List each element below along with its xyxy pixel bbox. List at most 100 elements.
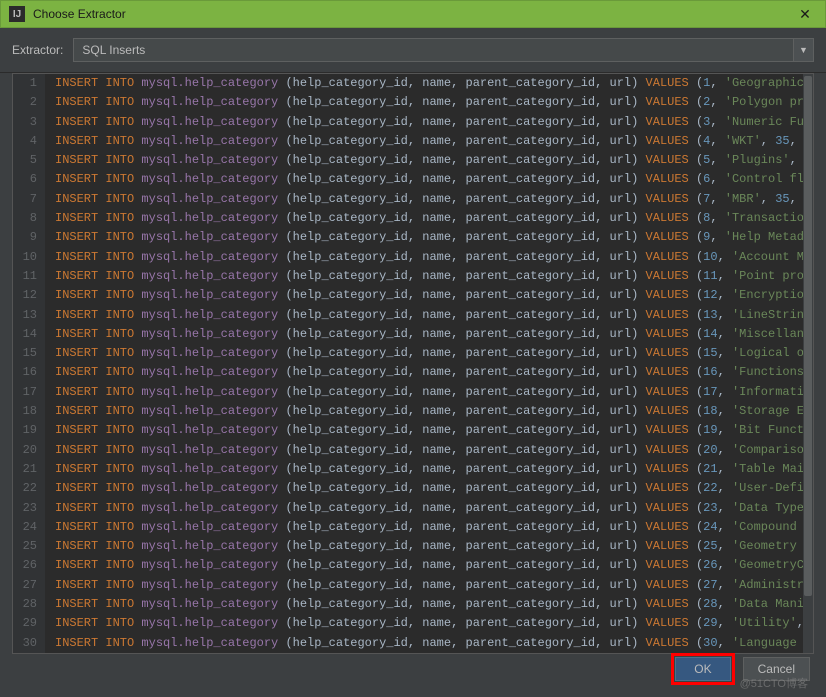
code-line: 20INSERT INTO mysql.help_category (help_… [13,441,813,460]
code-text: INSERT INTO mysql.help_category (help_ca… [45,93,813,112]
code-line: 15INSERT INTO mysql.help_category (help_… [13,344,813,363]
code-text: INSERT INTO mysql.help_category (help_ca… [45,151,813,170]
extractor-label: Extractor: [12,43,63,57]
line-number: 30 [13,634,45,653]
line-number: 8 [13,209,45,228]
code-text: INSERT INTO mysql.help_category (help_ca… [45,190,813,209]
code-text: INSERT INTO mysql.help_category (help_ca… [45,325,813,344]
line-number: 22 [13,479,45,498]
scrollbar-thumb[interactable] [804,76,812,596]
code-text: INSERT INTO mysql.help_category (help_ca… [45,537,813,556]
code-text: INSERT INTO mysql.help_category (help_ca… [45,614,813,633]
code-line: 22INSERT INTO mysql.help_category (help_… [13,479,813,498]
code-text: INSERT INTO mysql.help_category (help_ca… [45,634,813,653]
line-number: 15 [13,344,45,363]
code-line: 11INSERT INTO mysql.help_category (help_… [13,267,813,286]
extractor-row: Extractor: SQL Inserts ▼ [0,28,826,73]
line-number: 3 [13,113,45,132]
code-line: 29INSERT INTO mysql.help_category (help_… [13,614,813,633]
code-text: INSERT INTO mysql.help_category (help_ca… [45,248,813,267]
line-number: 9 [13,228,45,247]
line-number: 27 [13,576,45,595]
line-number: 4 [13,132,45,151]
chevron-down-icon: ▼ [793,39,813,61]
code-text: INSERT INTO mysql.help_category (help_ca… [45,595,813,614]
code-text: INSERT INTO mysql.help_category (help_ca… [45,132,813,151]
code-line: 25INSERT INTO mysql.help_category (help_… [13,537,813,556]
line-number: 6 [13,170,45,189]
line-number: 21 [13,460,45,479]
code-text: INSERT INTO mysql.help_category (help_ca… [45,479,813,498]
line-number: 11 [13,267,45,286]
code-text: INSERT INTO mysql.help_category (help_ca… [45,421,813,440]
ok-highlight: OK [671,653,734,685]
code-text: INSERT INTO mysql.help_category (help_ca… [45,363,813,382]
app-icon: IJ [9,6,25,22]
code-text: INSERT INTO mysql.help_category (help_ca… [45,74,813,93]
line-number: 1 [13,74,45,93]
code-text: INSERT INTO mysql.help_category (help_ca… [45,460,813,479]
window-title: Choose Extractor [33,7,793,21]
line-number: 13 [13,306,45,325]
code-line: 27INSERT INTO mysql.help_category (help_… [13,576,813,595]
line-number: 20 [13,441,45,460]
code-preview: 1INSERT INTO mysql.help_category (help_c… [12,73,814,654]
line-number: 18 [13,402,45,421]
code-line: 1INSERT INTO mysql.help_category (help_c… [13,74,813,93]
ok-button[interactable]: OK [675,657,730,681]
watermark: @51CTO博客 [740,675,808,691]
code-text: INSERT INTO mysql.help_category (help_ca… [45,402,813,421]
code-line: 21INSERT INTO mysql.help_category (help_… [13,460,813,479]
code-text: INSERT INTO mysql.help_category (help_ca… [45,518,813,537]
line-number: 16 [13,363,45,382]
code-text: INSERT INTO mysql.help_category (help_ca… [45,267,813,286]
code-line: 5INSERT INTO mysql.help_category (help_c… [13,151,813,170]
code-text: INSERT INTO mysql.help_category (help_ca… [45,576,813,595]
code-line: 6INSERT INTO mysql.help_category (help_c… [13,170,813,189]
code-line: 3INSERT INTO mysql.help_category (help_c… [13,113,813,132]
code-line: 26INSERT INTO mysql.help_category (help_… [13,556,813,575]
code-text: INSERT INTO mysql.help_category (help_ca… [45,286,813,305]
code-line: 14INSERT INTO mysql.help_category (help_… [13,325,813,344]
line-number: 29 [13,614,45,633]
line-number: 2 [13,93,45,112]
line-number: 24 [13,518,45,537]
code-line: 7INSERT INTO mysql.help_category (help_c… [13,190,813,209]
close-icon[interactable]: ✕ [793,2,817,26]
line-number: 17 [13,383,45,402]
line-number: 28 [13,595,45,614]
line-number: 12 [13,286,45,305]
code-line: 24INSERT INTO mysql.help_category (help_… [13,518,813,537]
code-text: INSERT INTO mysql.help_category (help_ca… [45,209,813,228]
code-line: 16INSERT INTO mysql.help_category (help_… [13,363,813,382]
extractor-value: SQL Inserts [82,43,789,57]
code-text: INSERT INTO mysql.help_category (help_ca… [45,113,813,132]
line-number: 10 [13,248,45,267]
code-text: INSERT INTO mysql.help_category (help_ca… [45,344,813,363]
code-text: INSERT INTO mysql.help_category (help_ca… [45,556,813,575]
code-line: 19INSERT INTO mysql.help_category (help_… [13,421,813,440]
line-number: 19 [13,421,45,440]
code-line: 13INSERT INTO mysql.help_category (help_… [13,306,813,325]
line-number: 25 [13,537,45,556]
line-number: 26 [13,556,45,575]
code-text: INSERT INTO mysql.help_category (help_ca… [45,170,813,189]
code-line: 8INSERT INTO mysql.help_category (help_c… [13,209,813,228]
line-number: 7 [13,190,45,209]
line-number: 14 [13,325,45,344]
scrollbar-track[interactable] [803,74,813,653]
code-line: 10INSERT INTO mysql.help_category (help_… [13,248,813,267]
code-line: 17INSERT INTO mysql.help_category (help_… [13,383,813,402]
code-line: 30INSERT INTO mysql.help_category (help_… [13,634,813,653]
code-line: 12INSERT INTO mysql.help_category (help_… [13,286,813,305]
code-line: 4INSERT INTO mysql.help_category (help_c… [13,132,813,151]
code-lines: 1INSERT INTO mysql.help_category (help_c… [13,74,813,653]
code-text: INSERT INTO mysql.help_category (help_ca… [45,499,813,518]
titlebar: IJ Choose Extractor ✕ [0,0,826,28]
code-line: 18INSERT INTO mysql.help_category (help_… [13,402,813,421]
line-number: 5 [13,151,45,170]
code-line: 28INSERT INTO mysql.help_category (help_… [13,595,813,614]
line-number: 23 [13,499,45,518]
code-line: 2INSERT INTO mysql.help_category (help_c… [13,93,813,112]
extractor-dropdown[interactable]: SQL Inserts ▼ [73,38,814,62]
